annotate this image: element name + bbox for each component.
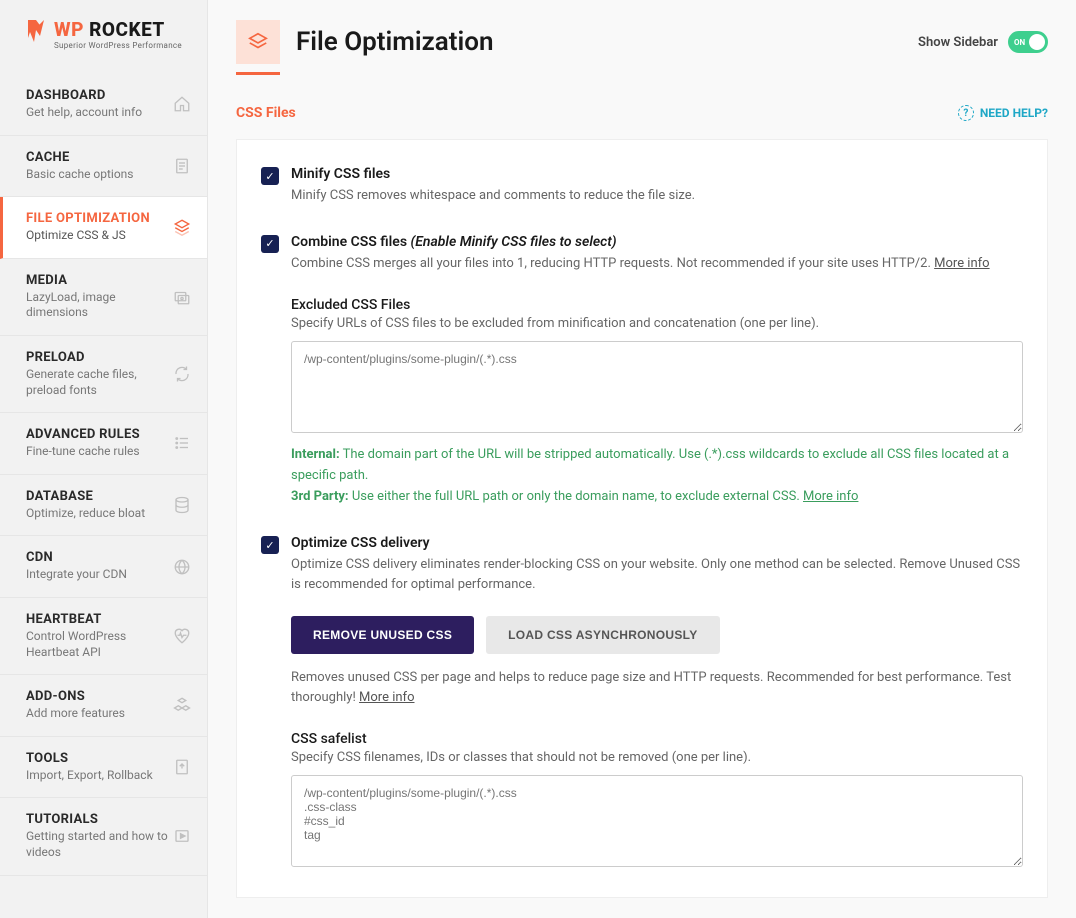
heartbeat-icon [173,627,191,645]
nav-sub: Basic cache options [26,167,173,183]
layers-icon [173,218,191,236]
nav-dashboard[interactable]: DASHBOARD Get help, account info [0,74,207,136]
help-icon: ? [958,105,974,121]
document-icon [173,157,191,175]
nav-tools[interactable]: TOOLS Import, Export, Rollback [0,737,207,799]
nav-title: CDN [26,550,173,565]
logo-mark-icon [26,18,46,50]
option-optimize-css: ✓ Optimize CSS delivery Optimize CSS del… [261,535,1023,871]
css-files-panel: ✓ Minify CSS files Minify CSS removes wh… [236,139,1048,898]
nav-title: PRELOAD [26,350,173,365]
show-sidebar-toggle[interactable]: Show Sidebar ON [918,31,1048,53]
nav-advanced-rules[interactable]: ADVANCED RULES Fine-tune cache rules [0,413,207,475]
layers-icon [247,31,269,53]
css-safelist-block: CSS safelist Specify CSS filenames, IDs … [291,731,1023,871]
nav-sub: Fine-tune cache rules [26,444,173,460]
rollback-icon [173,758,191,776]
nav-title: FILE OPTIMIZATION [26,211,173,226]
option-desc: Optimize CSS delivery eliminates render-… [291,555,1023,594]
nav-cache[interactable]: CACHE Basic cache options [0,136,207,198]
section-title: CSS Files [236,105,296,121]
more-info-link[interactable]: More info [359,690,414,705]
toggle-label: Show Sidebar [918,35,998,50]
database-icon [173,496,191,514]
nav-title: DATABASE [26,489,173,504]
nav-sub: LazyLoad, image dimensions [26,290,173,321]
nav-sub: Integrate your CDN [26,567,173,583]
load-css-async-button[interactable]: LOAD CSS ASYNCHRONOUSLY [486,616,719,654]
nav-sub: Getting started and how to videos [26,829,173,860]
toggle-switch[interactable]: ON [1008,31,1048,53]
remove-unused-css-button[interactable]: REMOVE UNUSED CSS [291,616,474,654]
list-icon [173,434,191,452]
sidebar: WP ROCKET Superior WordPress Performance… [0,0,208,918]
btn-desc: Removes unused CSS per page and helps to… [291,668,1023,707]
cubes-icon [173,696,191,714]
nav-sub: Optimize, reduce bloat [26,506,173,522]
nav-sub: Optimize CSS & JS [26,228,173,244]
nav-heartbeat[interactable]: HEARTBEAT Control WordPress Heartbeat API [0,598,207,675]
toggle-knob [1029,34,1045,50]
home-icon [173,95,191,113]
nav-sub: Generate cache files, preload fonts [26,367,173,398]
logo-tagline: Superior WordPress Performance [54,41,182,50]
play-icon [173,827,191,845]
nav-tutorials[interactable]: TUTORIALS Getting started and how to vide… [0,798,207,875]
option-title: Minify CSS files [291,166,1023,182]
combine-css-checkbox[interactable]: ✓ [261,235,279,253]
help-text: NEED HELP? [980,106,1048,120]
nav-title: CACHE [26,150,173,165]
nav-sub: Get help, account info [26,105,173,121]
sub-title: CSS safelist [291,731,1023,747]
need-help-link[interactable]: ? NEED HELP? [958,105,1048,121]
nav-sub: Add more features [26,706,173,722]
page-title: File Optimization [296,27,493,57]
sub-title: Excluded CSS Files [291,297,1023,313]
nav-title: TOOLS [26,751,173,766]
main-content: File Optimization Show Sidebar ON CSS Fi… [208,0,1076,918]
check-icon: ✓ [265,170,274,183]
nav-file-optimization[interactable]: FILE OPTIMIZATION Optimize CSS & JS [0,197,207,259]
nav-title: DASHBOARD [26,88,173,103]
nav-addons[interactable]: ADD-ONS Add more features [0,675,207,737]
sub-desc: Specify URLs of CSS files to be excluded… [291,316,1023,331]
sub-desc: Specify CSS filenames, IDs or classes th… [291,750,1023,765]
nav-cdn[interactable]: CDN Integrate your CDN [0,536,207,598]
logo-wp: WP [54,18,84,41]
page-icon [236,20,280,64]
option-desc: Minify CSS removes whitespace and commen… [291,186,1023,206]
check-icon: ✓ [265,237,274,250]
optimize-css-checkbox[interactable]: ✓ [261,536,279,554]
toggle-on-text: ON [1014,38,1025,47]
refresh-icon [173,365,191,383]
nav-title: ADVANCED RULES [26,427,173,442]
option-combine-css: ✓ Combine CSS files (Enable Minify CSS f… [261,234,1023,508]
nav-title: HEARTBEAT [26,612,173,627]
excluded-note: Internal: The domain part of the URL wil… [291,445,1023,507]
logo: WP ROCKET Superior WordPress Performance [0,0,207,74]
nav-title: TUTORIALS [26,812,173,827]
nav-title: MEDIA [26,273,173,288]
more-info-link[interactable]: More info [803,489,858,504]
excluded-css-textarea[interactable] [291,341,1023,433]
nav-preload[interactable]: PRELOAD Generate cache files, preload fon… [0,336,207,413]
nav-title: ADD-ONS [26,689,173,704]
excluded-css-block: Excluded CSS Files Specify URLs of CSS f… [291,297,1023,507]
more-info-link[interactable]: More info [934,256,989,271]
images-icon [173,288,191,306]
option-title: Combine CSS files (Enable Minify CSS fil… [291,234,1023,250]
nav-media[interactable]: MEDIA LazyLoad, image dimensions [0,259,207,336]
option-desc: Combine CSS merges all your files into 1… [291,254,1023,274]
nav-sub: Control WordPress Heartbeat API [26,629,173,660]
nav-sub: Import, Export, Rollback [26,768,173,784]
option-minify-css: ✓ Minify CSS files Minify CSS removes wh… [261,166,1023,206]
minify-css-checkbox[interactable]: ✓ [261,167,279,185]
logo-rocket: ROCKET [84,18,165,41]
tab-indicator [236,72,280,75]
nav-database[interactable]: DATABASE Optimize, reduce bloat [0,475,207,537]
css-safelist-textarea[interactable] [291,775,1023,867]
option-title: Optimize CSS delivery [291,535,1023,551]
check-icon: ✓ [265,539,274,552]
globe-icon [173,558,191,576]
